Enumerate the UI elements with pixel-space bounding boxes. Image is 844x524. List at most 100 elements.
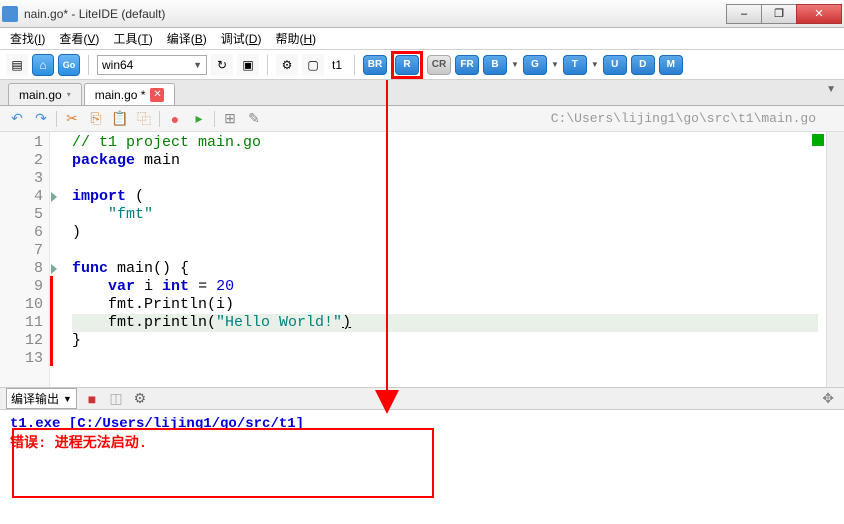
separator	[159, 111, 160, 127]
code-text: func	[72, 260, 108, 277]
menu-debug[interactable]: 调试(D)	[215, 28, 268, 49]
undo-icon[interactable]: ↶	[8, 110, 26, 128]
move-icon[interactable]: ✥	[822, 390, 834, 407]
menu-view[interactable]: 查看(V)	[53, 28, 105, 49]
code-text: main() {	[108, 260, 189, 277]
line-number: 5	[2, 206, 43, 224]
line-number: 7	[2, 242, 43, 260]
chevron-down-icon[interactable]: ▼	[551, 60, 559, 69]
line-number: 9	[2, 278, 43, 296]
record-icon[interactable]: ●	[166, 110, 184, 128]
run-button[interactable]: R	[395, 55, 419, 75]
code-text: package	[72, 152, 135, 169]
line-number: 11	[2, 314, 43, 332]
vertical-scrollbar[interactable]	[826, 132, 844, 387]
menu-tools[interactable]: 工具(T)	[107, 28, 158, 49]
wand-icon[interactable]: ✎	[245, 110, 263, 128]
play-icon[interactable]: ▸	[190, 110, 208, 128]
line-number: 13	[2, 350, 43, 368]
env-combo[interactable]: win64 ▼	[97, 55, 207, 75]
maximize-button[interactable]: ❐	[761, 4, 797, 24]
test-button[interactable]: T	[563, 55, 587, 75]
build-run-button[interactable]: BR	[363, 55, 387, 75]
build-button[interactable]: B	[483, 55, 507, 75]
code-text: fmt.Println(i)	[72, 296, 234, 313]
gear-icon[interactable]: ⚙	[131, 390, 149, 408]
stop-icon[interactable]: ■	[83, 390, 101, 408]
code-text: "Hello World!"	[216, 314, 342, 331]
code-text: // t1 project main.go	[72, 134, 261, 151]
close-button[interactable]: ✕	[796, 4, 842, 24]
go-button[interactable]: Go	[58, 54, 80, 76]
cut-icon[interactable]: ✂	[63, 110, 81, 128]
output-header: 编译输出 ▼ ■ ◫ ⚙ ✥	[0, 388, 844, 410]
code-text: )	[342, 314, 351, 331]
file-run-button[interactable]: FR	[455, 55, 479, 75]
code-text: =	[189, 278, 216, 295]
code-text: int	[162, 278, 189, 295]
line-number: 10	[2, 296, 43, 314]
separator	[214, 111, 215, 127]
open-file-button[interactable]: ▤	[6, 54, 28, 76]
code-text: main	[135, 152, 180, 169]
gear-button[interactable]: ⚙	[276, 54, 298, 76]
make-button[interactable]: M	[659, 55, 683, 75]
tab-main-go-modified[interactable]: main.go * ✕	[84, 83, 176, 105]
line-number: 3	[2, 170, 43, 188]
run-button-highlight: R	[391, 51, 423, 79]
menu-bar: 查找(I) 查看(V) 工具(T) 编译(B) 调试(D) 帮助(H)	[0, 28, 844, 50]
eraser-icon[interactable]: ◫	[107, 390, 125, 408]
update-button[interactable]: U	[603, 55, 627, 75]
env-combo-value: win64	[102, 58, 133, 72]
output-panel: t1.exe [C:/Users/lijing1/go/src/t1] 错误: …	[0, 410, 844, 510]
window-titlebar: nain.go* - LiteIDE (default) – ❐ ✕	[0, 0, 844, 28]
home-button[interactable]: ⌂	[32, 54, 54, 76]
tab-main-go[interactable]: main.go ▾	[8, 83, 82, 105]
get-button[interactable]: G	[523, 55, 547, 75]
code-text: "fmt"	[72, 206, 153, 223]
folder-button[interactable]: ▢	[302, 54, 324, 76]
status-indicator	[812, 134, 824, 146]
paste-icon[interactable]: 📋	[111, 110, 129, 128]
chevron-down-icon: ▼	[63, 394, 72, 404]
app-icon	[2, 6, 18, 22]
menu-help[interactable]: 帮助(H)	[269, 28, 322, 49]
code-area[interactable]: // t1 project main.go package main impor…	[64, 132, 826, 387]
output-combo[interactable]: 编译输出 ▼	[6, 388, 77, 409]
env-settings-button[interactable]: ▣	[237, 54, 259, 76]
change-marker	[50, 276, 53, 366]
code-text: fmt.println(	[72, 314, 216, 331]
code-text: 20	[216, 278, 234, 295]
menu-build[interactable]: 编译(B)	[161, 28, 213, 49]
line-number: 4	[2, 188, 43, 206]
redo-icon[interactable]: ↷	[32, 110, 50, 128]
output-error-line: 错误: 进程无法启动.	[10, 432, 834, 452]
separator	[56, 111, 57, 127]
line-number: 2	[2, 152, 43, 170]
chevron-down-icon: ▼	[193, 60, 202, 70]
code-text: i	[135, 278, 162, 295]
chevron-down-icon[interactable]: ▾	[67, 90, 71, 99]
code-text: import	[72, 188, 126, 205]
file-path: C:\Users\lijing1\go\src\t1\main.go	[551, 111, 816, 126]
code-text: var	[108, 278, 135, 295]
editor-toolbar: ↶ ↷ ✂ ⎘ 📋 ⿻ ● ▸ ⊞ ✎ C:\Users\lijing1\go\…	[0, 106, 844, 132]
line-number: 12	[2, 332, 43, 350]
code-editor[interactable]: 1 2 3 4 5 6 7 8 9 10 11 12 13 // t1 proj…	[0, 132, 844, 388]
menu-find[interactable]: 查找(I)	[4, 28, 51, 49]
debug-button[interactable]: D	[631, 55, 655, 75]
main-toolbar: ▤ ⌂ Go win64 ▼ ↻ ▣ ⚙ ▢ t1 BR R CR FR B ▼…	[0, 50, 844, 80]
reload-env-button[interactable]: ↻	[211, 54, 233, 76]
tab-label: main.go	[19, 88, 62, 102]
tab-close-icon[interactable]: ✕	[150, 88, 164, 102]
chevron-down-icon[interactable]: ▼	[591, 60, 599, 69]
clean-run-button[interactable]: CR	[427, 55, 451, 75]
grid-icon[interactable]: ⊞	[221, 110, 239, 128]
minimize-button[interactable]: –	[726, 4, 762, 24]
tab-overflow-icon[interactable]: ▼	[826, 84, 836, 95]
chevron-down-icon[interactable]: ▼	[511, 60, 519, 69]
copy-icon[interactable]: ⎘	[87, 110, 105, 128]
line-gutter: 1 2 3 4 5 6 7 8 9 10 11 12 13	[0, 132, 50, 387]
duplicate-icon[interactable]: ⿻	[135, 110, 153, 128]
line-number: 6	[2, 224, 43, 242]
